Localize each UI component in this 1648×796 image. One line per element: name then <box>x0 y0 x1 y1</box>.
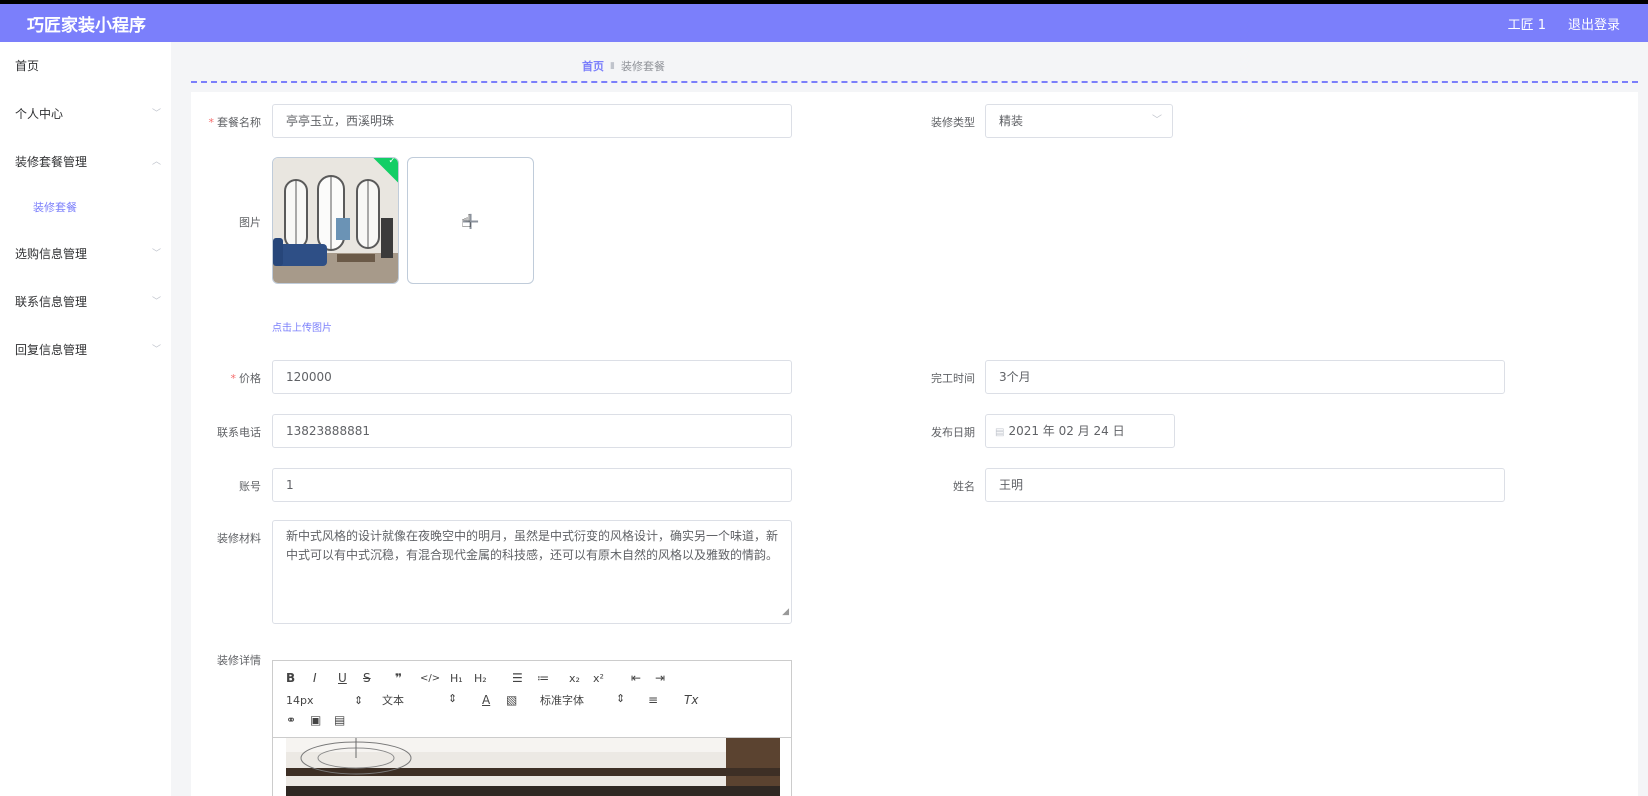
align-icon[interactable]: ≡ <box>648 693 684 707</box>
code-block-icon[interactable]: </> <box>420 673 450 684</box>
link-icon[interactable]: ⚭ <box>286 713 310 727</box>
chevron-down-icon: ﹀ <box>1152 115 1162 126</box>
breadcrumb-separator-icon: ▮ <box>610 61 615 71</box>
name-input[interactable]: 王明 <box>985 468 1505 502</box>
underline-icon[interactable]: U <box>338 671 363 685</box>
type-label: 装修类型 <box>931 116 975 129</box>
ceiling-photo <box>286 738 780 796</box>
price-input[interactable]: 120000 <box>272 360 792 394</box>
bold-icon[interactable]: B <box>286 671 313 685</box>
sidebar-item-reply-mgmt[interactable]: 回复信息管理 ﹀ <box>0 326 171 374</box>
required-mark: * <box>230 372 237 385</box>
sidebar-item-purchase-mgmt[interactable]: 选购信息管理 ﹀ <box>0 230 171 278</box>
logout-link[interactable]: 退出登录 <box>1568 14 1620 33</box>
account-input[interactable]: 1 <box>272 468 792 502</box>
chevron-down-icon: ﹀ <box>151 109 161 119</box>
breadcrumb-home[interactable]: 首页 <box>582 58 604 74</box>
uploaded-image[interactable]: ✓ <box>272 157 399 284</box>
breadcrumb: 首页 ▮ 装修套餐 <box>582 58 665 74</box>
font-family-select[interactable]: 标准字体 ⇕ <box>540 692 648 708</box>
editor-toolbar: B I U S ❞ </> H₁ H₂ ☰ ≔ x₂ x² ⇤ ⇥ 14px ⇕ … <box>273 661 791 738</box>
image-icon[interactable]: ▣ <box>310 713 334 727</box>
sidebar-item-home[interactable]: 首页 <box>0 42 171 90</box>
subscript-icon[interactable]: x₂ <box>569 672 593 685</box>
check-icon: ✓ <box>388 157 396 167</box>
image-label: 图片 <box>239 216 261 229</box>
bullet-list-icon[interactable]: ≔ <box>537 671 569 685</box>
heading2-icon[interactable]: H₂ <box>474 672 512 685</box>
select-arrows-icon: ⇕ <box>354 693 364 707</box>
clear-format-icon[interactable]: Tx <box>684 693 708 707</box>
background-color-icon[interactable]: ▧ <box>506 693 540 707</box>
app-title: 巧匠家装小程序 <box>27 15 146 36</box>
chevron-down-icon: ﹀ <box>151 345 161 355</box>
indent-icon[interactable]: ⇥ <box>655 671 679 685</box>
current-user[interactable]: 工匠 1 <box>1508 14 1546 33</box>
decoration-type-select[interactable]: 精装 ﹀ <box>985 104 1173 138</box>
hand-cursor-icon: ☝ <box>461 211 472 232</box>
calendar-icon: ▤ <box>995 427 1005 438</box>
italic-icon[interactable]: I <box>313 671 338 685</box>
breadcrumb-current: 装修套餐 <box>620 60 665 73</box>
name-label: * 套餐名称 <box>208 116 262 129</box>
blockquote-icon[interactable]: ❞ <box>395 671 420 685</box>
package-name-input[interactable]: 亭亭玉立，西溪明珠 <box>272 104 792 138</box>
sidebar-item-profile[interactable]: 个人中心 ﹀ <box>0 90 171 138</box>
completion-time-input[interactable]: 3个月 <box>985 360 1505 394</box>
sidebar-subitem-package[interactable]: 装修套餐 <box>0 186 171 230</box>
editor-content-image <box>286 738 780 796</box>
chevron-down-icon: ﹀ <box>151 297 161 307</box>
chevron-up-icon: ︿ <box>151 157 161 167</box>
sidebar-item-contact-mgmt[interactable]: 联系信息管理 ﹀ <box>0 278 171 326</box>
phone-label: 联系电话 <box>217 426 261 439</box>
price-label: * 价格 <box>230 372 262 385</box>
publish-date-picker[interactable]: ▤ 2021 年 02 月 24 日 <box>985 414 1175 448</box>
material-label: 装修材料 <box>217 532 261 545</box>
material-textarea[interactable]: 新中式风格的设计就像在夜晚空中的明月，虽然是中式衍变的风格设计，确实另一个味道，… <box>272 520 792 624</box>
rich-text-editor[interactable]: B I U S ❞ </> H₁ H₂ ☰ ≔ x₂ x² ⇤ ⇥ 14px ⇕ … <box>272 660 792 796</box>
text-format-select[interactable]: 文本 ⇕ <box>382 692 482 708</box>
living-room-photo <box>273 158 398 283</box>
resize-handle-icon[interactable]: ◢ <box>782 603 789 622</box>
ordered-list-icon[interactable]: ☰ <box>512 671 537 685</box>
select-arrows-icon: ⇕ <box>616 692 626 705</box>
sidebar: 首页 个人中心 ﹀ 装修套餐管理 ︿ 装修套餐 选购信息管理 ﹀ 联系信息管理 ﹀ 回复… <box>0 42 171 796</box>
sidebar-item-package-mgmt[interactable]: 装修套餐管理 ︿ <box>0 138 171 186</box>
font-size-select[interactable]: 14px ⇕ <box>286 694 382 707</box>
phone-input[interactable]: 13823888881 <box>272 414 792 448</box>
outdent-icon[interactable]: ⇤ <box>631 671 655 685</box>
dashed-divider <box>191 81 1638 83</box>
account-label: 账号 <box>239 480 261 493</box>
duration-label: 完工时间 <box>931 372 975 385</box>
strikethrough-icon[interactable]: S <box>363 671 395 685</box>
font-color-icon[interactable]: A <box>482 693 506 707</box>
superscript-icon[interactable]: x² <box>593 672 631 685</box>
person-label: 姓名 <box>953 480 975 493</box>
heading1-icon[interactable]: H₁ <box>450 672 474 685</box>
upload-tip[interactable]: 点击上传图片 <box>272 319 332 334</box>
chevron-down-icon: ﹀ <box>151 249 161 259</box>
required-mark: * <box>208 116 215 129</box>
video-icon[interactable]: ▤ <box>334 713 358 727</box>
app-header: 巧匠家装小程序 工匠 1 退出登录 <box>0 4 1648 42</box>
select-arrows-icon: ⇕ <box>448 692 458 705</box>
date-label: 发布日期 <box>931 426 975 439</box>
detail-label: 装修详情 <box>217 654 261 667</box>
